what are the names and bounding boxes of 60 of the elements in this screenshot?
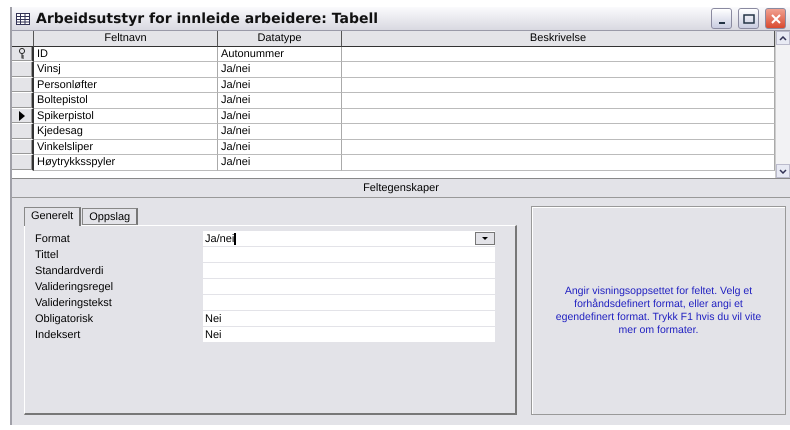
property-label: Standardverdi xyxy=(35,265,104,277)
property-label: Tittel xyxy=(35,249,60,261)
row-selector[interactable] xyxy=(12,124,34,140)
table-cell: Ja/nei xyxy=(218,78,342,93)
row-selector[interactable] xyxy=(12,46,34,62)
property-field[interactable] xyxy=(203,295,495,311)
table-cell: Høytrykksspyler xyxy=(34,155,218,170)
format-dropdown[interactable]: Ja/nei xyxy=(203,231,495,247)
property-label: Obligatorisk xyxy=(35,313,94,325)
close-button[interactable] xyxy=(765,8,786,29)
table-cell: Ja/nei xyxy=(218,93,342,108)
scroll-up-icon[interactable] xyxy=(776,31,790,45)
caret-icon xyxy=(482,237,488,240)
table-cell: Autonummer xyxy=(218,46,342,62)
column-header: Beskrivelse xyxy=(342,31,775,46)
table-cell: Ja/nei xyxy=(218,155,342,170)
row-selector[interactable] xyxy=(12,93,34,108)
row-selector[interactable] xyxy=(12,140,34,155)
close-icon xyxy=(770,12,782,24)
table-cell: Ja/nei xyxy=(218,124,342,140)
help-text: Angir visningsoppsettet for feltet. Velg et forhåndsdefinert format, eller angi et egendefinert format. Trykk F1 hvis du vil vite mer om formater. xyxy=(554,284,762,336)
table-cell: ID xyxy=(34,46,218,62)
property-field[interactable]: Nei xyxy=(203,311,495,327)
table-cell: Spikerpistol xyxy=(34,108,218,124)
minimize-icon xyxy=(718,22,724,24)
minimize-button[interactable] xyxy=(711,8,732,29)
table-cell: Vinsj xyxy=(34,62,218,78)
maximize-icon xyxy=(742,14,754,24)
table-icon xyxy=(16,12,30,24)
key-icon xyxy=(18,48,26,60)
current-row-icon xyxy=(19,110,25,121)
dropdown-button[interactable] xyxy=(475,232,495,245)
property-field[interactable] xyxy=(203,263,495,279)
property-field[interactable]: Nei xyxy=(203,327,495,343)
tab[interactable]: Generelt xyxy=(24,207,82,226)
row-selector[interactable] xyxy=(12,78,34,93)
row-selector[interactable] xyxy=(12,62,34,78)
property-field[interactable] xyxy=(203,279,495,295)
table-cell: Boltepistol xyxy=(34,93,218,108)
table-cell: Kjedesag xyxy=(34,124,218,140)
table-cell: Ja/nei xyxy=(218,108,342,124)
maximize-button[interactable] xyxy=(738,8,759,29)
row-selector[interactable] xyxy=(12,155,34,170)
section-title: Feltegenskaper xyxy=(363,182,439,194)
table-cell: Personløfter xyxy=(34,78,218,93)
table-cell: Ja/nei xyxy=(218,62,342,78)
window-title: Arbeidsutstyr for innleide arbeidere: Tabell xyxy=(36,10,380,26)
scroll-down-icon[interactable] xyxy=(776,164,790,178)
column-header: Feltnavn xyxy=(34,31,218,46)
column-header: Datatype xyxy=(218,31,342,46)
tab[interactable]: Oppslag xyxy=(82,208,138,225)
vertical-scrollbar[interactable] xyxy=(775,31,790,178)
property-label: Valideringsregel xyxy=(35,281,114,293)
property-label: Format xyxy=(35,233,71,245)
table-cell: Vinkelsliper xyxy=(34,140,218,155)
row-selector[interactable] xyxy=(12,108,34,124)
property-label: Valideringstekst xyxy=(35,297,113,309)
property-field[interactable] xyxy=(203,247,495,263)
property-label: Indeksert xyxy=(35,329,82,341)
table-cell: Ja/nei xyxy=(218,140,342,155)
